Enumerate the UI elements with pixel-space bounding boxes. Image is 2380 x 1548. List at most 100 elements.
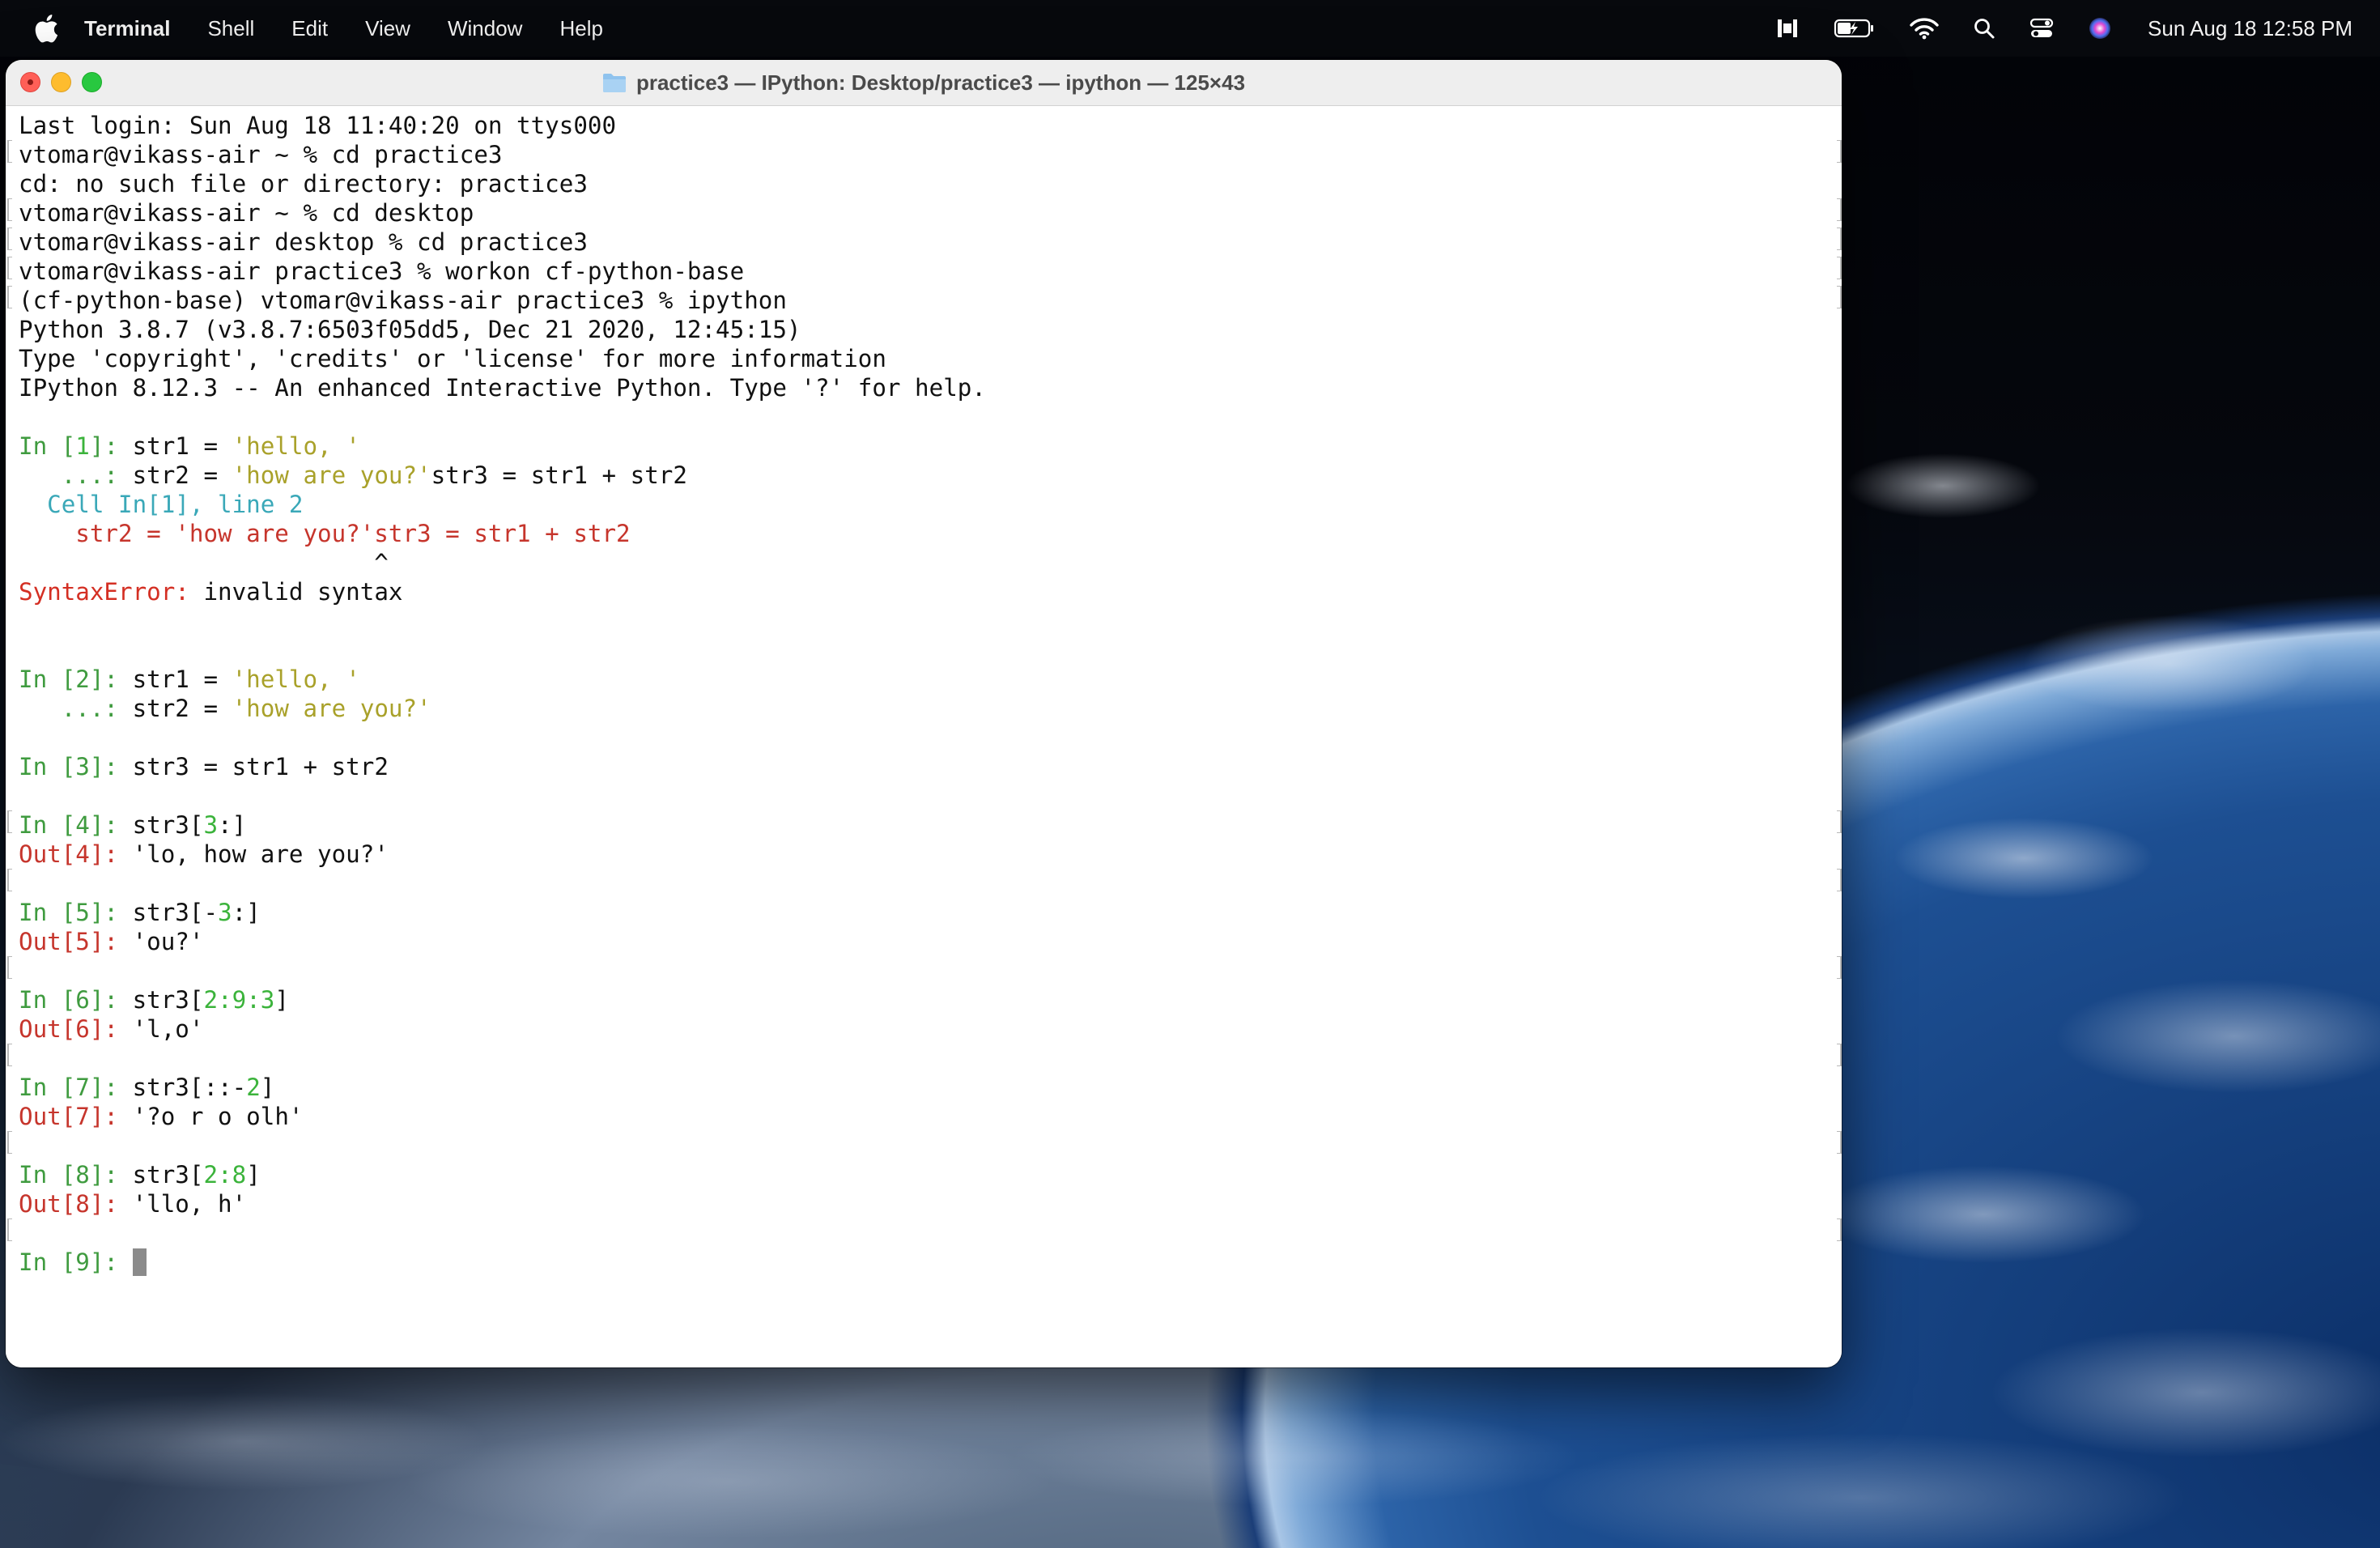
ipython-output-line: Out[4]: 'lo, how are you?' [19,840,1829,869]
out-prompt: Out[4]: [19,840,133,868]
ipython-output-line: Out[6]: 'l,o' [19,1014,1829,1044]
out-prompt: Out[6]: [19,1015,133,1043]
command-mark [1837,810,1842,833]
ipython-input-line: In [8]: str3[2:8] [19,1160,1829,1189]
number-literal: 9 [232,986,247,1014]
in-prompt: In [9]: [19,1248,133,1276]
menu-clock[interactable]: Sun Aug 18 12:58 PM [2148,16,2352,41]
apple-logo-icon[interactable] [31,12,60,45]
wifi-icon[interactable] [1910,17,1939,40]
code-text: str2 = [132,461,232,489]
string-literal: 'how are you?' [232,461,431,489]
code-text: ] [246,1161,261,1189]
ipython-input-line: In [2]: str1 = 'hello, ' [19,665,1829,694]
output-value: 'l,o' [132,1015,204,1043]
string-literal: 'hello, ' [232,432,360,460]
terminal-output: Last login: Sun Aug 18 11:40:20 on ttys0… [19,111,1829,1277]
output-line: Python 3.8.7 (v3.8.7:6503f05dd5, Dec 21 … [19,316,801,343]
command-mark [1837,228,1842,250]
string-literal: 'hello, ' [232,666,360,693]
ipython-continuation-line: ...: str2 = 'how are you?' [19,694,1829,723]
in-prompt: In [ [19,432,76,460]
code-text: :] [232,899,261,926]
code-text: str3[::- [132,1074,247,1101]
in-prompt: In [7]: [19,1074,133,1101]
command-mark [7,286,12,308]
code-text: str1 = [132,666,232,693]
siri-icon[interactable] [2088,16,2112,40]
continuation-prompt: ...: [19,695,133,722]
in-prompt: ]: [89,432,133,460]
wallpaper-clouds-lower [0,1368,2380,1548]
command-mark [1837,198,1842,221]
command-mark [7,140,12,163]
command-mark [1837,140,1842,163]
shell-command-line: (cf-python-base) vtomar@vikass-air pract… [19,287,787,314]
shell-command-line: vtomar@vikass-air ~ % cd practice3 [19,141,503,168]
output-line: IPython 8.12.3 -- An enhanced Interactiv… [19,374,986,402]
menu-bar: Terminal Shell Edit View Window Help Sun… [0,0,2380,57]
menu-shell[interactable]: Shell [207,16,254,41]
menu-window[interactable]: Window [448,16,522,41]
error-line: SyntaxError: invalid syntax [19,577,1829,606]
number-literal: 3 [260,986,275,1014]
menu-edit[interactable]: Edit [291,16,328,41]
shell-command-line: vtomar@vikass-air ~ % cd desktop [19,199,474,227]
code-text: :] [218,811,247,839]
wallpaper-clouds [1781,243,2380,1548]
out-prompt: Out[8]: [19,1190,133,1218]
ipython-input-line: In [7]: str3[::-2] [19,1073,1829,1102]
number-literal: 3 [218,899,232,926]
number-literal: 3 [203,811,219,839]
menu-view[interactable]: View [365,16,410,41]
error-message: invalid syntax [189,578,403,606]
output-value: 'llo, h' [132,1190,247,1218]
menu-app-terminal[interactable]: Terminal [84,16,170,41]
command-mark [1837,286,1842,308]
in-prompt: In [2]: [19,666,133,693]
in-prompt: In [4]: [19,811,133,839]
terminal-content[interactable]: Last login: Sun Aug 18 11:40:20 on ttys0… [6,106,1842,1367]
control-center-icon[interactable] [2029,17,2054,40]
traceback-cell-line: Cell In[1], line 2 [19,491,304,518]
status-area: Sun Aug 18 12:58 PM [1741,0,2352,57]
command-mark [1837,1218,1842,1241]
spotlight-search-icon[interactable] [1973,17,1995,40]
traceback-source-line: str2 = 'how are you?'str3 = str1 + str2 [19,520,631,547]
code-text: ] [274,986,289,1014]
number-literal: 2 [203,1161,219,1189]
slice-colon: : [246,986,261,1014]
dock-pause-icon[interactable] [1775,16,1800,40]
ipython-output-line: Out[7]: '?o r o olh' [19,1102,1829,1131]
title-bar[interactable]: practice3 — IPython: Desktop/practice3 —… [6,60,1842,106]
battery-charging-icon[interactable] [1834,17,1876,40]
command-mark [7,1131,12,1154]
slice-colon: : [218,1161,232,1189]
ipython-input-line: In [3]: str3 = str1 + str2 [19,752,1829,781]
command-mark [1837,257,1842,279]
ipython-input-line[interactable]: In [9]: [19,1248,1829,1277]
traceback-caret: ^ [19,549,389,576]
in-prompt-number: 1 [75,432,90,460]
output-line: Type 'copyright', 'credits' or 'license'… [19,345,886,372]
code-text: str3 = str1 + str2 [132,753,389,780]
in-prompt: In [8]: [19,1161,133,1189]
command-mark [7,228,12,250]
continuation-prompt: ...: [19,461,133,489]
number-literal: 2 [246,1074,261,1101]
command-mark [7,1218,12,1241]
out-prompt: Out[7]: [19,1103,133,1130]
code-text: ] [260,1074,275,1101]
command-mark [1837,956,1842,979]
folder-icon [602,74,626,92]
menu-help[interactable]: Help [559,16,602,41]
text-cursor [132,1248,147,1276]
code-text: str2 = [132,695,232,722]
